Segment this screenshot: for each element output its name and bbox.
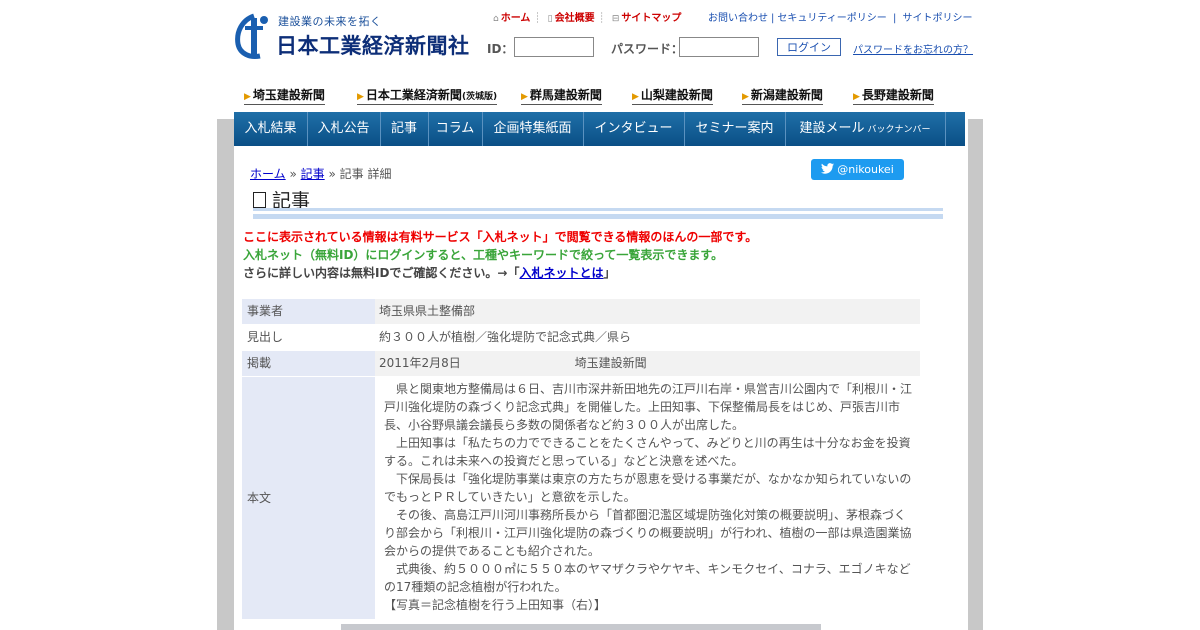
arrow-icon: ▶ xyxy=(357,92,364,102)
arrow-icon: ▶ xyxy=(244,92,251,102)
paper-saitama[interactable]: ▶ 埼玉建設新聞 xyxy=(244,86,325,105)
value-body: 県と関東地方整備局は６日、吉川市深井新田地先の江戸川右岸・県営吉川公園内で「利根… xyxy=(375,377,920,619)
value-org: 埼玉県県土整備部 xyxy=(375,299,920,324)
paper-label: 群馬建設新聞 xyxy=(529,88,602,102)
nav-backnumber-label: バックナンバー xyxy=(867,125,931,135)
paper-label: 長野建設新聞 xyxy=(861,88,934,102)
nav-special-features[interactable]: 企画特集紙面 xyxy=(482,112,584,146)
paper-label: 山梨建設新聞 xyxy=(640,88,713,102)
logo-company-name: 日本工業経済新聞社 xyxy=(276,34,470,58)
body-paragraph: 県と関東地方整備局は６日、吉川市深井新田地先の江戸川右岸・県営吉川公園内で「利根… xyxy=(384,382,913,432)
nav-bid-notices[interactable]: 入札公告 xyxy=(307,112,381,146)
paper-nagano[interactable]: ▶ 長野建設新聞 xyxy=(853,86,934,105)
top-link-sitemap[interactable]: サイトマップ xyxy=(621,13,681,24)
article-body: 県と関東地方整備局は６日、吉川市深井新田地先の江戸川右岸・県営吉川公園内で「利根… xyxy=(379,377,920,614)
table-row: 見出し 約３００人が植樹／強化堤防で記念式典／県ら xyxy=(242,325,920,350)
published-date: 2011年2月8日 xyxy=(379,356,461,370)
policy-links: お問い合わせ | セキュリティーポリシー | サイトポリシー xyxy=(708,9,973,24)
label-body: 本文 xyxy=(242,377,375,619)
login-button[interactable]: ログイン xyxy=(777,38,841,56)
breadcrumb-separator: » xyxy=(289,167,297,181)
body-paragraph: その後、高島江戸川河川事務所長から「首都圏氾濫区域堤防強化対策の概要説明」、茅根… xyxy=(384,508,912,558)
table-row: 事業者 埼玉県県土整備部 xyxy=(242,299,920,324)
service-notice: ここに表示されている情報は有料サービス「入札ネット」で閲覧できる情報のほんの一部… xyxy=(243,228,757,282)
nav-mail-label: 建設メール xyxy=(799,121,865,136)
divider xyxy=(253,214,943,219)
paper-label: 埼玉建設新聞 xyxy=(252,88,325,102)
twitter-bird-icon xyxy=(821,163,835,174)
nav-seminars[interactable]: セミナー案内 xyxy=(684,112,786,146)
paper-yamanashi[interactable]: ▶ 山梨建設新聞 xyxy=(632,86,713,105)
paper-label: 日本工業経済新聞 xyxy=(365,88,462,102)
nav-columns[interactable]: コラム xyxy=(428,112,483,146)
forgot-password-link[interactable]: パスワードをお忘れの方？ xyxy=(853,41,973,56)
nav-bid-results[interactable]: 入札結果 xyxy=(234,112,308,146)
arrow-icon: ▶ xyxy=(521,92,528,102)
top-link-company[interactable]: 会社概要 xyxy=(555,13,595,24)
about-nyusatsu-net-link[interactable]: 入札ネットとは xyxy=(519,266,603,280)
divider: | xyxy=(889,13,900,24)
twitter-follow-button[interactable]: @nikoukei xyxy=(811,159,904,180)
published-paper: 埼玉建設新聞 xyxy=(574,356,647,370)
nav-articles[interactable]: 記事 xyxy=(380,112,429,146)
site-logo[interactable]: 建設業の未来を拓く 日本工業経済新聞社 xyxy=(234,10,469,62)
label-org: 事業者 xyxy=(242,299,375,324)
article-photo xyxy=(341,624,821,630)
paper-niigata[interactable]: ▶ 新潟建設新聞 xyxy=(742,86,823,105)
paper-gunma[interactable]: ▶ 群馬建設新聞 xyxy=(521,86,602,105)
breadcrumb-articles[interactable]: 記事 xyxy=(301,167,325,181)
value-headline: 約３００人が植樹／強化堤防で記念式典／県ら xyxy=(375,325,920,350)
nav-interviews[interactable]: インタビュー xyxy=(583,112,685,146)
notice-suffix: 」 xyxy=(603,266,616,280)
logo-tagline: 建設業の未来を拓く xyxy=(278,15,382,28)
divider: ┊ xyxy=(534,13,541,24)
home-icon: ⌂ xyxy=(493,14,499,24)
divider: ┊ xyxy=(598,13,605,24)
link-contact[interactable]: お問い合わせ xyxy=(708,13,768,24)
body-paragraph: 式典後、約５０００㎡に５５０本のヤマザクラやケヤキ、キンモクセイ、コナラ、エゴノ… xyxy=(384,562,911,594)
body-paragraph: 下保局長は「強化堤防事業は東京の方たちが恩恵を受ける事業だが、なかなか知られてい… xyxy=(384,472,912,504)
breadcrumb-home[interactable]: ホーム xyxy=(250,167,286,181)
password-label: パスワード： xyxy=(611,42,684,56)
divider xyxy=(253,208,943,211)
link-security-policy[interactable]: セキュリティーポリシー xyxy=(777,13,886,24)
main-nav: 入札結果 入札公告 記事 コラム 企画特集紙面 インタビュー セミナー案内 建設… xyxy=(234,112,965,146)
table-row: 本文 県と関東地方整備局は６日、吉川市深井新田地先の江戸川右岸・県営吉川公園内で… xyxy=(242,377,920,619)
sister-papers: ▶ 埼玉建設新聞 ▶ 日本工業経済新聞(茨城版) ▶ 群馬建設新聞 ▶ 山梨建設新聞 ▶… xyxy=(244,86,964,106)
notice-line-details: さらに詳しい内容は無料IDでご確認ください。→「入札ネットとは」 xyxy=(243,264,757,282)
password-input[interactable] xyxy=(679,37,759,57)
document-icon: ▯ xyxy=(547,14,553,24)
breadcrumb: ホーム » 記事 » 記事 詳細 xyxy=(250,165,391,182)
twitter-handle: @nikoukei xyxy=(837,163,894,176)
divider: | xyxy=(771,13,775,24)
table-row: 掲載 2011年2月8日 埼玉建設新聞 xyxy=(242,351,920,376)
link-site-policy[interactable]: サイトポリシー xyxy=(903,13,973,24)
notice-line-free-id: 入札ネット（無料ID）にログインすると、工種やキーワードで絞って一覧表示できます… xyxy=(243,248,724,262)
logo-mark-icon xyxy=(235,13,268,59)
paper-edition: (茨城版) xyxy=(461,92,498,102)
paper-label: 新潟建設新聞 xyxy=(750,88,823,102)
id-label: ID： xyxy=(487,42,514,56)
label-published: 掲載 xyxy=(242,351,375,376)
body-paragraph: 上田知事は「私たちの力でできることをたくさんやって、みどりと川の再生は十分なお金… xyxy=(384,436,911,468)
arrow-icon: ▶ xyxy=(742,92,749,102)
notice-prefix: さらに詳しい内容は無料IDでご確認ください。→「 xyxy=(243,266,520,280)
notice-line-paid: ここに表示されている情報は有料サービス「入札ネット」で閲覧できる情報のほんの一部… xyxy=(243,230,758,244)
arrow-icon: ▶ xyxy=(853,92,860,102)
id-input[interactable] xyxy=(514,37,594,57)
breadcrumb-separator: » xyxy=(328,167,336,181)
photo-caption: 【写真＝記念植樹を行う上田知事（右）】 xyxy=(384,598,607,612)
paper-ibaraki[interactable]: ▶ 日本工業経済新聞(茨城版) xyxy=(357,86,498,105)
sitemap-icon: ⊟ xyxy=(611,14,620,24)
breadcrumb-current: 記事 詳細 xyxy=(339,167,392,181)
arrow-icon: ▶ xyxy=(632,92,639,102)
nav-construction-mail[interactable]: 建設メール バックナンバー xyxy=(785,112,946,146)
top-link-home[interactable]: ホーム xyxy=(501,13,531,24)
document-icon xyxy=(253,192,266,208)
top-links: ⌂ ホーム ┊ ▯ 会社概要 ┊ ⊟ サイトマップ xyxy=(493,9,681,24)
label-headline: 見出し xyxy=(242,325,375,350)
value-published: 2011年2月8日 埼玉建設新聞 xyxy=(375,351,920,376)
